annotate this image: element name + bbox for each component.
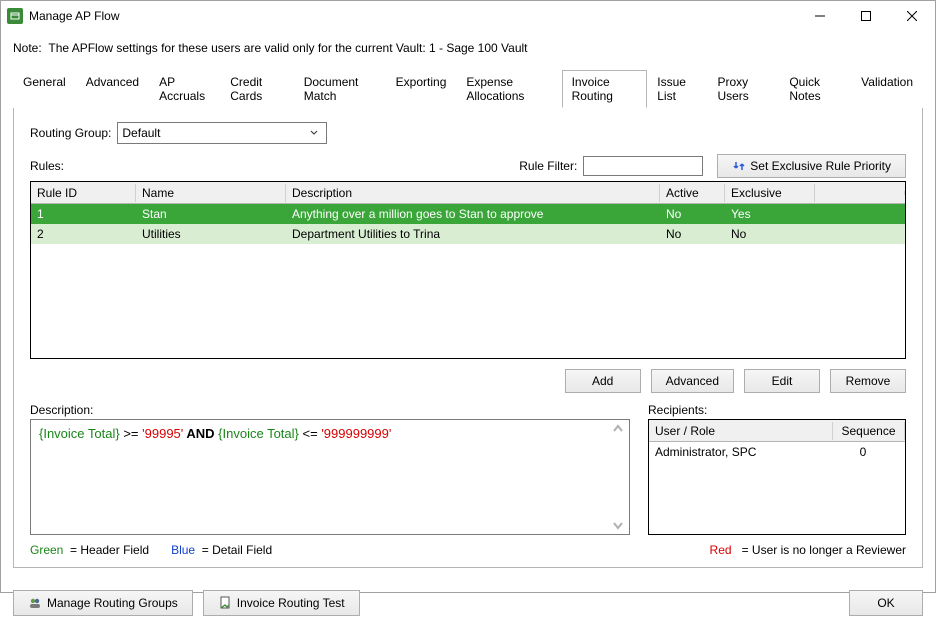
tab-ap-accruals[interactable]: AP Accruals: [149, 70, 220, 108]
close-button[interactable]: [889, 1, 935, 31]
desc-val1: '99995': [142, 426, 183, 441]
col-rule-id[interactable]: Rule ID: [31, 184, 136, 202]
legend-blue: Blue = Detail Field: [171, 543, 272, 557]
bottom-bar: Manage Routing Groups Invoice Routing Te…: [1, 580, 935, 626]
col-spacer: [815, 191, 905, 195]
tab-quick-notes[interactable]: Quick Notes: [779, 70, 851, 108]
note-prefix: Note:: [13, 41, 42, 55]
recipients-grid-body: Administrator, SPC0: [649, 442, 905, 462]
rules-grid-actions: Add Advanced Edit Remove: [30, 369, 906, 393]
rules-grid-header: Rule ID Name Description Active Exclusiv…: [31, 182, 905, 204]
description-panel: Description: {Invoice Total} >= '99995' …: [30, 403, 630, 535]
col-exclusive[interactable]: Exclusive: [725, 184, 815, 202]
tab-invoice-routing[interactable]: Invoice Routing: [562, 70, 648, 108]
recipients-grid-header: User / Role Sequence: [649, 420, 905, 442]
description-scrollbar[interactable]: [611, 422, 627, 532]
tab-general[interactable]: General: [13, 70, 76, 108]
manage-routing-groups-button[interactable]: Manage Routing Groups: [13, 590, 193, 616]
lower-panels: Description: {Invoice Total} >= '99995' …: [30, 403, 906, 535]
col-user-role[interactable]: User / Role: [649, 422, 833, 440]
tab-advanced[interactable]: Advanced: [76, 70, 149, 108]
rules-grid: Rule ID Name Description Active Exclusiv…: [30, 181, 906, 359]
rules-row[interactable]: 1StanAnything over a million goes to Sta…: [31, 204, 905, 224]
desc-op2: <=: [299, 426, 321, 441]
content-area: Note: The APFlow settings for these user…: [1, 31, 935, 580]
col-name[interactable]: Name: [136, 184, 286, 202]
tab-validation[interactable]: Validation: [851, 70, 923, 108]
invoice-routing-test-button[interactable]: Invoice Routing Test: [203, 590, 360, 616]
desc-val2: '999999999': [321, 426, 391, 441]
remove-button[interactable]: Remove: [830, 369, 906, 393]
rules-label: Rules:: [30, 159, 64, 173]
tab-exporting[interactable]: Exporting: [386, 70, 457, 108]
description-label: Description:: [30, 403, 630, 417]
note-line: Note: The APFlow settings for these user…: [13, 41, 923, 55]
rules-row[interactable]: 2UtilitiesDepartment Utilities to TrinaN…: [31, 224, 905, 244]
rules-grid-body: 1StanAnything over a million goes to Sta…: [31, 204, 905, 244]
edit-button[interactable]: Edit: [744, 369, 820, 393]
ok-button[interactable]: OK: [849, 590, 923, 616]
rule-filter-input[interactable]: [583, 156, 703, 176]
legend-red: Red = User is no longer a Reviewer: [710, 543, 906, 557]
desc-token1: {Invoice Total}: [39, 426, 120, 441]
scroll-up-icon: [611, 422, 625, 436]
rules-header: Rules: Rule Filter: Set Exclusive Rule P…: [30, 154, 906, 178]
routing-group-value: Default: [122, 126, 306, 140]
window: Manage AP Flow Note: The APFlow settings…: [0, 0, 936, 593]
tab-proxy-users[interactable]: Proxy Users: [707, 70, 779, 108]
chevron-down-icon: [306, 123, 322, 143]
routing-group-row: Routing Group: Default: [30, 122, 906, 144]
desc-token2: {Invoice Total}: [218, 426, 299, 441]
col-active[interactable]: Active: [660, 184, 725, 202]
titlebar: Manage AP Flow: [1, 1, 935, 31]
note-text: The APFlow settings for these users are …: [48, 41, 527, 55]
recipients-label: Recipients:: [648, 403, 906, 417]
document-icon: [218, 596, 232, 610]
tab-document-match[interactable]: Document Match: [294, 70, 386, 108]
col-desc[interactable]: Description: [286, 184, 660, 202]
legend-green: Green = Header Field: [30, 543, 149, 557]
description-box[interactable]: {Invoice Total} >= '99995' AND {Invoice …: [30, 419, 630, 535]
routing-group-label: Routing Group:: [30, 126, 111, 140]
tab-credit-cards[interactable]: Credit Cards: [220, 70, 293, 108]
users-icon: [28, 596, 42, 610]
recipients-panel: Recipients: User / Role Sequence Adminis…: [648, 403, 906, 535]
legend: Green = Header Field Blue = Detail Field…: [30, 543, 906, 557]
set-exclusive-priority-button[interactable]: Set Exclusive Rule Priority: [717, 154, 906, 178]
rule-filter-label: Rule Filter:: [519, 159, 577, 173]
scroll-down-icon: [611, 518, 625, 532]
set-exclusive-priority-label: Set Exclusive Rule Priority: [750, 159, 891, 173]
tab-issue-list[interactable]: Issue List: [647, 70, 707, 108]
window-title: Manage AP Flow: [29, 9, 120, 23]
recipients-row[interactable]: Administrator, SPC0: [649, 442, 905, 462]
maximize-button[interactable]: [843, 1, 889, 31]
desc-and: AND: [183, 426, 218, 441]
recipients-grid: User / Role Sequence Administrator, SPC0: [648, 419, 906, 535]
advanced-button[interactable]: Advanced: [651, 369, 734, 393]
app-icon: [7, 8, 23, 24]
minimize-button[interactable]: [797, 1, 843, 31]
routing-group-combo[interactable]: Default: [117, 122, 327, 144]
tab-strip: GeneralAdvancedAP AccrualsCredit CardsDo…: [13, 69, 923, 108]
add-button[interactable]: Add: [565, 369, 641, 393]
tab-expense-allocations[interactable]: Expense Allocations: [456, 70, 561, 108]
desc-op1: >=: [120, 426, 142, 441]
tab-panel-invoice-routing: Routing Group: Default Rules: Rule Filte…: [13, 108, 923, 568]
col-sequence[interactable]: Sequence: [833, 422, 905, 440]
